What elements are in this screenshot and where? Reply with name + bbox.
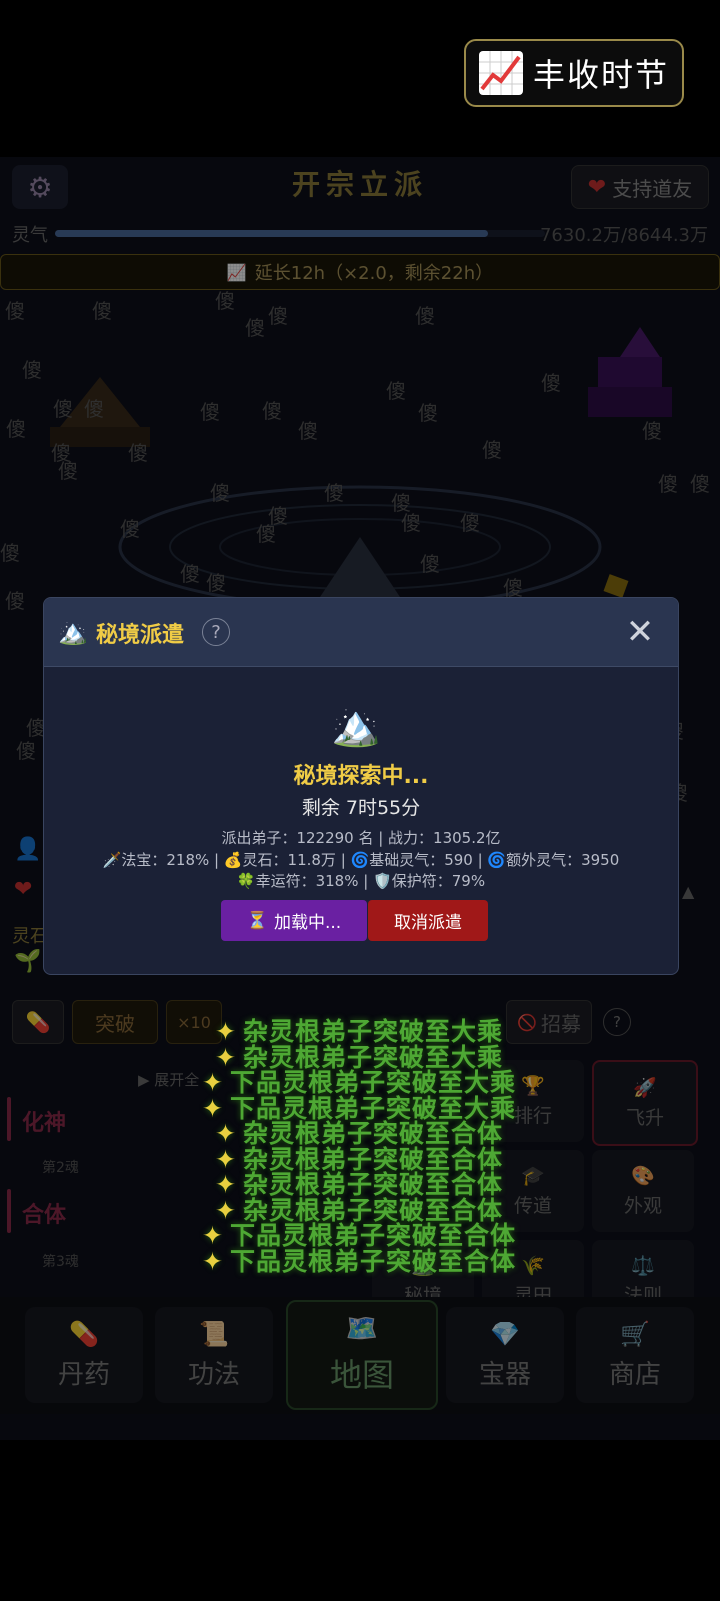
expedition-charm-line: 🍀幸运符：318% | 🛡️保护符：79%: [236, 872, 486, 890]
hourglass-icon: ⏳: [246, 910, 268, 931]
modal-title: 秘境派遣: [96, 623, 185, 648]
notification-line: ✦ 下品灵根弟子突破至合体: [202, 1242, 516, 1278]
chart-increasing-icon: [478, 51, 523, 95]
festival-label: 丰收时节: [532, 56, 669, 94]
cancel-expedition-button[interactable]: 取消派遣: [368, 900, 488, 941]
loading-button[interactable]: ⏳ 加载中...: [221, 900, 367, 941]
expedition-bonus-line: 🗡️法宝：218% | 💰灵石：11.8万 | 🌀基础灵气：590 | 🌀额外灵…: [102, 851, 620, 869]
modal-header: 🏔️ 秘境派遣 ? ✕: [44, 598, 678, 667]
expedition-info-line: 派出弟子：122290 名 | 战力：1305.2亿: [221, 829, 501, 847]
snow-mountain-icon: 🏔️: [331, 703, 381, 749]
sparkles-icon: ✦: [202, 1246, 224, 1276]
expedition-modal: 🏔️ 秘境派遣 ? ✕ 🏔️ 秘境探索中... 剩余 7时55分 派出弟子：12…: [43, 597, 679, 975]
loading-label: 加载中...: [273, 913, 342, 933]
cancel-label: 取消派遣: [394, 913, 462, 933]
remaining-time: 剩余 7时55分: [301, 797, 421, 819]
close-icon[interactable]: ✕: [620, 612, 660, 652]
notification-text: 下品灵根弟子突破至合体: [229, 1246, 516, 1276]
modal-help-button[interactable]: ?: [202, 618, 230, 646]
festival-badge[interactable]: 丰收时节: [464, 39, 684, 107]
expedition-status: 秘境探索中...: [293, 764, 429, 789]
mountain-icon: 🏔️: [58, 618, 88, 646]
